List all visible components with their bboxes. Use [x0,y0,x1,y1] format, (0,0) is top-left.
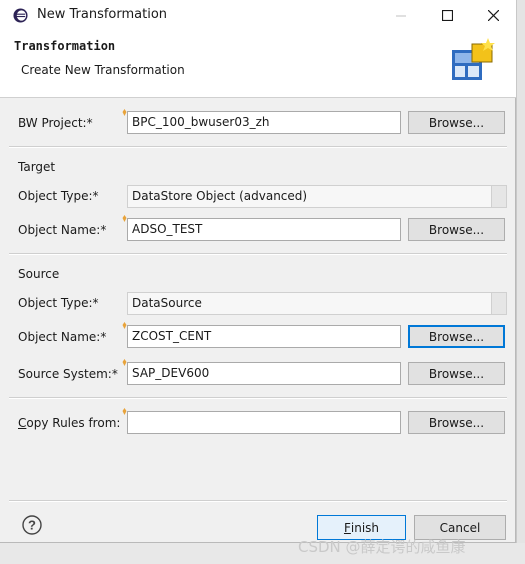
source-object-type-value: DataSource [132,296,202,310]
separator [9,146,507,148]
target-object-type-value: DataStore Object (advanced) [132,189,308,203]
eclipse-app-icon [13,8,28,23]
minimize-icon [396,15,406,16]
transformation-wizard-icon [452,38,495,80]
window-title: New Transformation [37,7,168,22]
maximize-icon [441,10,453,21]
copy-rules-label: Copy Rules from: [18,416,120,430]
minimize-button[interactable] [378,0,424,31]
copy-rules-field[interactable] [127,411,401,434]
source-object-name-field[interactable]: ZCOST_CENT [127,325,401,348]
separator [9,253,507,255]
copy-rules-browse-button[interactable]: Browse... [408,411,505,434]
target-group-label: Target [18,160,56,174]
maximize-button[interactable] [424,0,470,31]
source-system-label: Source System:* [18,367,118,381]
source-group-label: Source [18,267,60,281]
help-icon[interactable]: ? [22,515,42,535]
footer-separator [9,500,507,502]
bw-project-label: BW Project:* [18,116,93,130]
separator [9,397,507,399]
finish-label: inish [350,520,380,535]
copy-rules-label-text: opy Rules from: [26,416,121,430]
target-object-type-label: Object Type:* [18,189,99,203]
dropdown-arrow-icon[interactable] [491,186,506,207]
target-browse-button[interactable]: Browse... [408,218,505,241]
source-object-browse-button[interactable]: Browse... [408,325,505,348]
target-object-name-field[interactable]: ADSO_TEST [127,218,401,241]
source-object-type-select[interactable]: DataSource [127,292,507,315]
dropdown-arrow-icon[interactable] [491,293,506,314]
close-button[interactable] [470,0,516,31]
watermark: CSDN @薛定谔的咸鱼康 [298,538,466,556]
finish-mnemonic: F [343,520,351,535]
target-object-type-select[interactable]: DataStore Object (advanced) [127,185,507,208]
wizard-subtitle: Create New Transformation [21,63,185,77]
bw-project-field[interactable]: BPC_100_bwuser03_zh [127,111,401,134]
background-ide-edge [516,0,525,564]
svg-text:?: ? [28,518,36,533]
target-object-name-label: Object Name:* [18,223,107,237]
close-icon [487,10,499,21]
source-object-type-label: Object Type:* [18,296,99,310]
source-system-field[interactable]: SAP_DEV600 [127,362,401,385]
bw-project-browse-button[interactable]: Browse... [408,111,505,134]
source-object-name-label: Object Name:* [18,330,107,344]
source-system-browse-button[interactable]: Browse... [408,362,505,385]
wizard-title: Transformation [14,39,116,53]
